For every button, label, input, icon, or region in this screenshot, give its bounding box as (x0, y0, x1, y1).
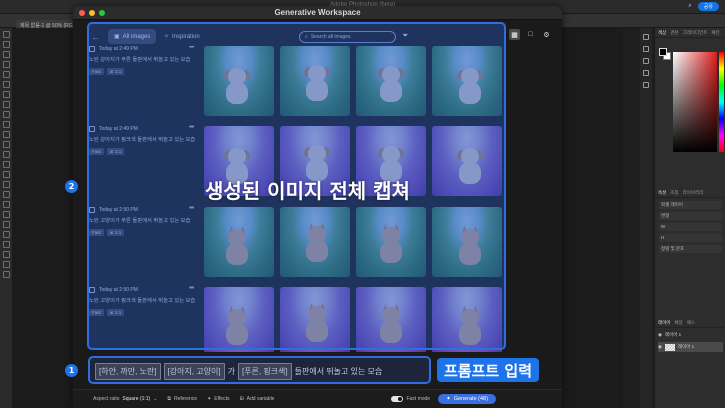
hand-tool-icon[interactable] (2, 221, 10, 228)
tab-layers[interactable]: 레이어 (658, 320, 670, 325)
search-icon[interactable]: ⌕ (688, 3, 691, 10)
paragraph-panel-icon[interactable] (643, 82, 649, 88)
gradient-tool-icon[interactable] (2, 151, 10, 158)
props-row: 정렬 및 분포 (659, 245, 722, 253)
brush-tool-icon[interactable] (2, 111, 10, 118)
color-swatch-icon[interactable] (2, 251, 10, 258)
color-panel-tabs: 색상 견본 그레이디언트 패턴 (655, 28, 725, 38)
props-row: 픽셀 레이어 (659, 201, 722, 209)
move-tool-icon[interactable] (2, 31, 10, 38)
chevron-down-icon: ⌄ (153, 396, 158, 402)
eye-icon[interactable]: ◉ (658, 332, 662, 338)
properties-panel: 속성 조정 라이브러리 픽셀 레이어 변형 W H 정렬 및 분포 (655, 188, 725, 256)
step-badge-1: 1 (65, 364, 78, 377)
object-select-tool-icon[interactable] (2, 61, 10, 68)
view-tools: ▦ □ ⚙ (509, 29, 552, 40)
reference-button[interactable]: ⧉ Reference (167, 396, 197, 402)
layers-tabs: 레이어 채널 패스 (655, 318, 725, 328)
sparkle-icon: ✦ (446, 396, 451, 402)
zoom-tool-icon[interactable] (2, 231, 10, 238)
generate-label: Generate (48) (453, 396, 488, 402)
path-select-tool-icon[interactable] (2, 201, 10, 208)
effects-button[interactable]: ✦ Effects (207, 396, 229, 402)
reference-icon: ⧉ (167, 396, 171, 402)
fast-mode-label: Fast mode (406, 396, 431, 402)
marquee-tool-icon[interactable] (2, 41, 10, 48)
layer-thumbnail (664, 343, 675, 351)
pen-tool-icon[interactable] (2, 181, 10, 188)
reference-label: Reference (173, 396, 198, 402)
aspect-ratio-label: Aspect ratio (93, 396, 120, 402)
layer-row-selected[interactable]: ◉ 레이어 1 (658, 342, 723, 352)
effects-label: Effects (214, 396, 230, 402)
eraser-tool-icon[interactable] (2, 141, 10, 148)
stamp-tool-icon[interactable] (2, 121, 10, 128)
aspect-ratio-select[interactable]: Aspect ratio Square (1:1) ⌄ (93, 396, 157, 402)
share-button[interactable]: 공유 (697, 2, 719, 11)
tab-adjustments[interactable]: 조정 (670, 190, 678, 195)
grid-view-icon[interactable]: ▦ (509, 29, 520, 40)
quick-mask-icon[interactable] (2, 261, 10, 268)
lasso-tool-icon[interactable] (2, 51, 10, 58)
layer-name: 레이어 1 (664, 332, 682, 337)
effects-icon: ✦ (207, 396, 212, 402)
props-row[interactable]: H (659, 234, 722, 242)
tab-gradients[interactable]: 그레이디언트 (683, 30, 708, 35)
properties-tabs: 속성 조정 라이브러리 (655, 188, 725, 198)
generate-button[interactable]: ✦ Generate (48) (438, 394, 496, 404)
eyedropper-tool-icon[interactable] (2, 91, 10, 98)
healing-tool-icon[interactable] (2, 101, 10, 108)
tab-channels[interactable]: 채널 (674, 320, 682, 325)
history-brush-icon[interactable] (2, 131, 10, 138)
tab-paths[interactable]: 패스 (687, 320, 695, 325)
color-panel (655, 38, 725, 158)
add-variable-icon: ⊞ (239, 396, 244, 402)
fast-mode-toggle[interactable]: Fast mode (391, 396, 430, 402)
tab-libraries[interactable]: 라이브러리 (683, 190, 704, 195)
more-tools-icon[interactable] (2, 241, 10, 248)
top-right-controls: ⌕ 공유 (688, 2, 719, 11)
generation-settings-bar: Aspect ratio Square (1:1) ⌄ ⧉ Reference … (73, 389, 562, 408)
frame-tool-icon[interactable] (2, 81, 10, 88)
hue-slider[interactable] (719, 52, 724, 152)
layer-row[interactable]: ◉ 레이어 1 (658, 330, 723, 340)
tab-patterns[interactable]: 패턴 (711, 30, 719, 35)
panel-dock-icons (640, 28, 652, 408)
dodge-tool-icon[interactable] (2, 171, 10, 178)
layer-name: 레이어 1 (677, 344, 695, 349)
type-tool-icon[interactable] (2, 191, 10, 198)
window-title: Generative Workspace (274, 8, 361, 17)
eye-icon[interactable]: ◉ (658, 344, 662, 350)
prompt-highlight (88, 356, 431, 384)
props-row: 변형 (659, 212, 722, 220)
character-panel-icon[interactable] (643, 70, 649, 76)
crop-tool-icon[interactable] (2, 71, 10, 78)
tab-color[interactable]: 색상 (658, 30, 666, 35)
history-panel-icon[interactable] (643, 34, 649, 40)
layers-panel: 레이어 채널 패스 ◉ 레이어 1 ◉ 레이어 1 (655, 318, 725, 354)
props-row[interactable]: W (659, 223, 722, 231)
screen-mode-icon[interactable] (2, 271, 10, 278)
tab-properties[interactable]: 속성 (658, 190, 666, 195)
gear-icon[interactable]: ⚙ (541, 29, 552, 40)
shape-tool-icon[interactable] (2, 211, 10, 218)
right-panels: 색상 견본 그레이디언트 패턴 속성 조정 라이브러리 픽셀 레이어 변형 W … (654, 28, 725, 408)
foreground-color-swatch[interactable] (659, 48, 667, 56)
tab-swatches[interactable]: 견본 (670, 30, 678, 35)
adjust-panel-icon[interactable] (643, 58, 649, 64)
aspect-ratio-value: Square (1:1) (122, 396, 151, 402)
add-variable-label: Add variable (246, 396, 275, 402)
window-titlebar: Generative Workspace (73, 6, 562, 20)
blur-tool-icon[interactable] (2, 161, 10, 168)
step-badge-2: 2 (65, 180, 78, 193)
single-view-icon[interactable]: □ (525, 29, 536, 40)
toggle-switch[interactable] (391, 396, 404, 402)
add-variable-button[interactable]: ⊞ Add variable (239, 396, 274, 402)
gallery-caption: 생성된 이미지 전체 캡쳐 (205, 179, 410, 203)
learn-panel-icon[interactable] (643, 46, 649, 52)
prompt-caption: 프롬프트 입력 (437, 358, 540, 382)
color-picker-field[interactable] (673, 52, 717, 152)
tools-panel (0, 28, 13, 408)
